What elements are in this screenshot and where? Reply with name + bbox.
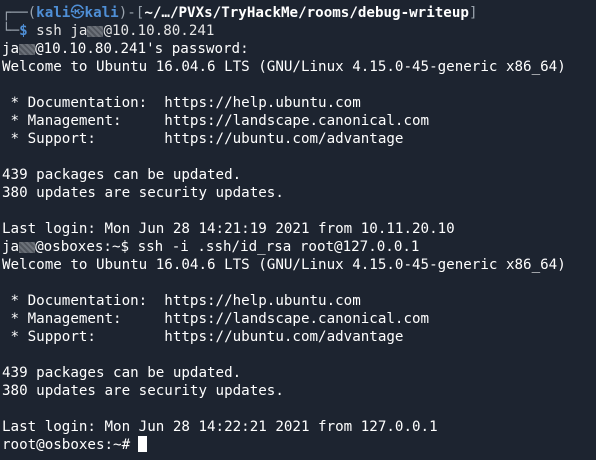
terminal-window[interactable]: ┌──(kali㉿kali)-[~/…/PVXs/TryHackMe/rooms… [0,0,596,460]
prompt-mid: )-[ [118,5,145,21]
prompt-frame-bottom: └─ [2,23,20,39]
prompt2-prefix: ja [2,239,20,255]
support-line-1: * Support: https://ubuntu.com/advantage [2,131,404,147]
ssh-command-prefix: ssh ja [27,23,88,39]
prompt-user: kali [36,5,71,21]
mgmt-line-1: * Management: https://landscape.canonica… [2,113,430,129]
support-line-2: * Support: https://ubuntu.com/advantage [2,329,404,345]
welcome-line-2: Welcome to Ubuntu 16.04.6 LTS (GNU/Linux… [2,257,566,273]
redacted-username [87,25,104,37]
last-login-line-1: Last login: Mon Jun 28 14:21:19 2021 fro… [2,221,455,237]
mgmt-line-2: * Management: https://landscape.canonica… [2,311,430,327]
security-line-1: 380 updates are security updates. [2,185,284,201]
prompt2-suffix: @osboxes:~$ ssh -i .ssh/id_rsa root@127.… [35,239,420,255]
root-ssh-command-line: ja @osboxes:~$ ssh -i .ssh/id_rsa root@12… [2,238,419,256]
ssh-command-line: └─$ ssh ja @10.10.80.241 [2,22,214,40]
prompt-frame-top: ┌──( [2,5,37,21]
prompt-header-line: ┌──(kali㉿kali)-[~/…/PVXs/TryHackMe/rooms… [2,4,477,22]
prompt-dollar: $ [19,23,28,39]
password-prompt-line: ja @10.10.80.241's password: [2,40,249,58]
prompt-host: kali [84,5,119,21]
packages-line-2: 439 packages can be updated. [2,365,242,381]
doc-line-1: * Documentation: https://help.ubuntu.com [2,95,361,111]
redacted-username [19,43,36,55]
packages-line-1: 439 packages can be updated. [2,167,242,183]
ssh-command-suffix: @10.10.80.241 [103,23,215,39]
terminal-cursor[interactable] [138,436,148,452]
last-login-line-2: Last login: Mon Jun 28 14:22:21 2021 fro… [2,419,438,435]
password-suffix: @10.10.80.241's password: [35,41,249,57]
security-line-2: 380 updates are security updates. [2,383,284,399]
password-prefix: ja [2,41,20,57]
root-prompt: root@osboxes:~# [2,437,131,453]
root-prompt-line[interactable]: root@osboxes:~# [2,436,148,454]
prompt-path: ~/…/PVXs/TryHackMe/rooms/debug-writeup [144,5,469,21]
prompt-at-symbol: ㉿ [70,5,85,21]
redacted-username [19,241,36,253]
welcome-line-1: Welcome to Ubuntu 16.04.6 LTS (GNU/Linux… [2,59,566,75]
doc-line-2: * Documentation: https://help.ubuntu.com [2,293,361,309]
prompt-end: ] [468,5,478,21]
